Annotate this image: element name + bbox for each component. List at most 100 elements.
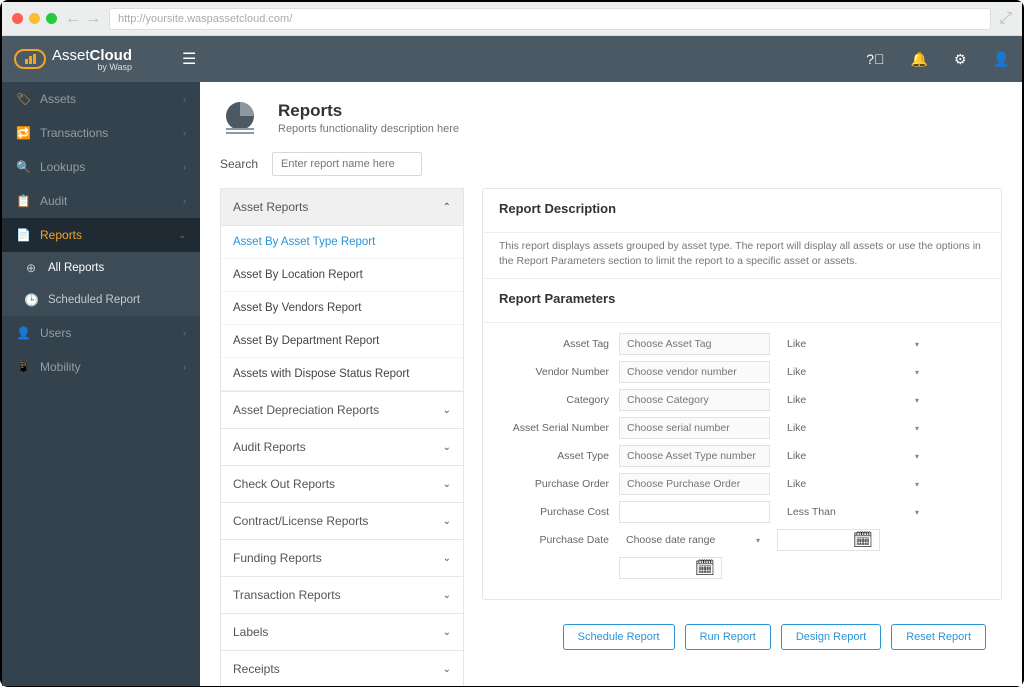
sub-icon: 🕒 xyxy=(24,293,38,307)
param-input[interactable] xyxy=(619,361,770,383)
param-input[interactable] xyxy=(619,445,770,467)
date-to-input[interactable]: 🗓 xyxy=(777,529,880,551)
report-item[interactable]: Assets with Dispose Status Report xyxy=(221,358,463,391)
date-from-input[interactable]: 🗓 xyxy=(619,557,722,579)
chevron-down-icon: ⌄ xyxy=(178,230,186,241)
param-operator[interactable]: Like▾ xyxy=(780,390,926,410)
report-item[interactable]: Asset By Location Report xyxy=(221,259,463,292)
param-row: Purchase CostLess Than▾ xyxy=(499,501,985,523)
chevron-right-icon: › xyxy=(183,162,186,172)
sidebar-item-users[interactable]: 👤Users› xyxy=(2,316,200,350)
report-item[interactable]: Asset By Department Report xyxy=(221,325,463,358)
maximize-window[interactable] xyxy=(46,13,57,24)
param-label: Category xyxy=(499,394,609,406)
transactions-icon: 🔁 xyxy=(16,126,30,140)
close-window[interactable] xyxy=(12,13,23,24)
report-list: Asset Reports⌃Asset By Asset Type Report… xyxy=(220,188,464,686)
help-icon[interactable]: ?⃝ xyxy=(866,51,884,67)
sidebar-item-lookups[interactable]: 🔍 Lookups › xyxy=(2,150,200,184)
url-bar[interactable]: http://yoursite.waspassetcloud.com/ xyxy=(109,8,991,30)
param-input[interactable] xyxy=(619,473,770,495)
user-icon[interactable]: 👤 xyxy=(993,51,1010,68)
param-input[interactable] xyxy=(619,333,770,355)
sidebar: 🏷Assets›🔁Transactions›🔍Lookups›📋Audit›📄R… xyxy=(2,82,200,686)
param-row: Asset Serial NumberLike▾ xyxy=(499,417,985,439)
sidebar-item-audit[interactable]: 📋Audit› xyxy=(2,184,200,218)
report-category-collapsed[interactable]: Asset Depreciation Reports⌄ xyxy=(221,391,463,428)
schedule-report-button[interactable]: Schedule Report xyxy=(563,624,675,650)
chevron-down-icon: ⌄ xyxy=(443,479,451,490)
menu-toggle-icon[interactable]: ☰ xyxy=(182,49,196,69)
sidebar-item-label: Mobility xyxy=(40,360,81,374)
forward-icon[interactable]: → xyxy=(85,10,101,28)
traffic-lights xyxy=(12,13,57,24)
report-category-collapsed[interactable]: Funding Reports⌄ xyxy=(221,539,463,576)
sidebar-item-assets[interactable]: 🏷Assets› xyxy=(2,82,200,116)
report-category-label: Labels xyxy=(233,625,268,639)
param-operator[interactable]: Like▾ xyxy=(780,446,926,466)
sidebar-item-label: Audit xyxy=(40,194,67,208)
report-category-expanded[interactable]: Asset Reports⌃ xyxy=(221,189,463,226)
bell-icon[interactable]: 🔔 xyxy=(911,51,928,68)
sidebar-sub-all-reports[interactable]: ⊕ All Reports xyxy=(2,252,200,284)
search-label: Search xyxy=(220,157,258,171)
main-content: Reports Reports functionality descriptio… xyxy=(200,82,1022,686)
param-label: Purchase Date xyxy=(499,534,609,546)
nav-arrows: ← → xyxy=(65,10,101,28)
back-icon[interactable]: ← xyxy=(65,10,81,28)
lookups-icon: 🔍 xyxy=(16,160,30,174)
sidebar-item-mobility[interactable]: 📱Mobility› xyxy=(2,350,200,384)
sidebar-item-label: Lookups xyxy=(40,160,85,174)
reports-icon: 📄 xyxy=(16,228,30,242)
reset-report-button[interactable]: Reset Report xyxy=(891,624,986,650)
brand-name: AssetCloud xyxy=(52,47,132,64)
expand-icon[interactable]: ⤢ xyxy=(999,10,1012,28)
chevron-right-icon: › xyxy=(183,328,186,338)
report-category-collapsed[interactable]: Audit Reports⌄ xyxy=(221,428,463,465)
report-category-collapsed[interactable]: Transaction Reports⌄ xyxy=(221,576,463,613)
run-report-button[interactable]: Run Report xyxy=(685,624,771,650)
calendar-icon: 🗓 xyxy=(695,558,715,578)
sidebar-sub-scheduled-report[interactable]: 🕒Scheduled Report xyxy=(2,284,200,316)
chevron-down-icon: ▾ xyxy=(915,480,919,489)
report-category-label: Asset Reports xyxy=(233,200,308,214)
param-operator[interactable]: Like▾ xyxy=(780,362,926,382)
sub-icon: ⊕ xyxy=(24,261,38,275)
param-row: Category Like▾ xyxy=(499,389,985,411)
date-range-select[interactable]: Choose date range▾ xyxy=(619,530,767,550)
sidebar-sub-label: All Reports xyxy=(48,262,104,274)
sidebar-item-transactions[interactable]: 🔁Transactions› xyxy=(2,116,200,150)
search-input[interactable] xyxy=(272,152,422,176)
param-operator[interactable]: Less Than▾ xyxy=(780,502,926,522)
report-category-label: Check Out Reports xyxy=(233,477,335,491)
sidebar-item-reports[interactable]: 📄Reports⌄ xyxy=(2,218,200,252)
chevron-down-icon: ▾ xyxy=(756,536,760,545)
gear-icon[interactable]: ⚙ xyxy=(954,51,967,68)
report-item[interactable]: Asset By Asset Type Report xyxy=(221,226,463,259)
param-input[interactable] xyxy=(619,501,770,523)
report-category-collapsed[interactable]: Labels⌄ xyxy=(221,613,463,650)
param-row: Asset TagLike▾ xyxy=(499,333,985,355)
chevron-down-icon: ▾ xyxy=(915,424,919,433)
param-input[interactable] xyxy=(619,417,770,439)
param-operator[interactable]: Like▾ xyxy=(780,474,926,494)
chevron-down-icon: ▾ xyxy=(915,452,919,461)
report-category-label: Transaction Reports xyxy=(233,588,341,602)
param-input[interactable] xyxy=(619,389,770,411)
browser-chrome: ← → http://yoursite.waspassetcloud.com/ … xyxy=(2,2,1022,36)
param-operator[interactable]: Like▾ xyxy=(780,334,926,354)
minimize-window[interactable] xyxy=(29,13,40,24)
page-subtitle: Reports functionality description here xyxy=(278,123,459,135)
chevron-right-icon: › xyxy=(183,196,186,206)
param-operator[interactable]: Like▾ xyxy=(780,418,926,438)
design-report-button[interactable]: Design Report xyxy=(781,624,881,650)
report-category-collapsed[interactable]: Check Out Reports ⌄ xyxy=(221,465,463,502)
param-row: Purchase Date Choose date range▾ 🗓 xyxy=(499,529,985,551)
report-item[interactable]: Asset By Vendors Report xyxy=(221,292,463,325)
report-category-label: Audit Reports xyxy=(233,440,306,454)
calendar-icon: 🗓 xyxy=(853,530,873,550)
report-detail: Report Description This report displays … xyxy=(482,188,1002,600)
report-category-collapsed[interactable]: Receipts⌄ xyxy=(221,650,463,686)
param-row: Asset TypeLike▾ xyxy=(499,445,985,467)
report-category-collapsed[interactable]: Contract/License Reports⌄ xyxy=(221,502,463,539)
